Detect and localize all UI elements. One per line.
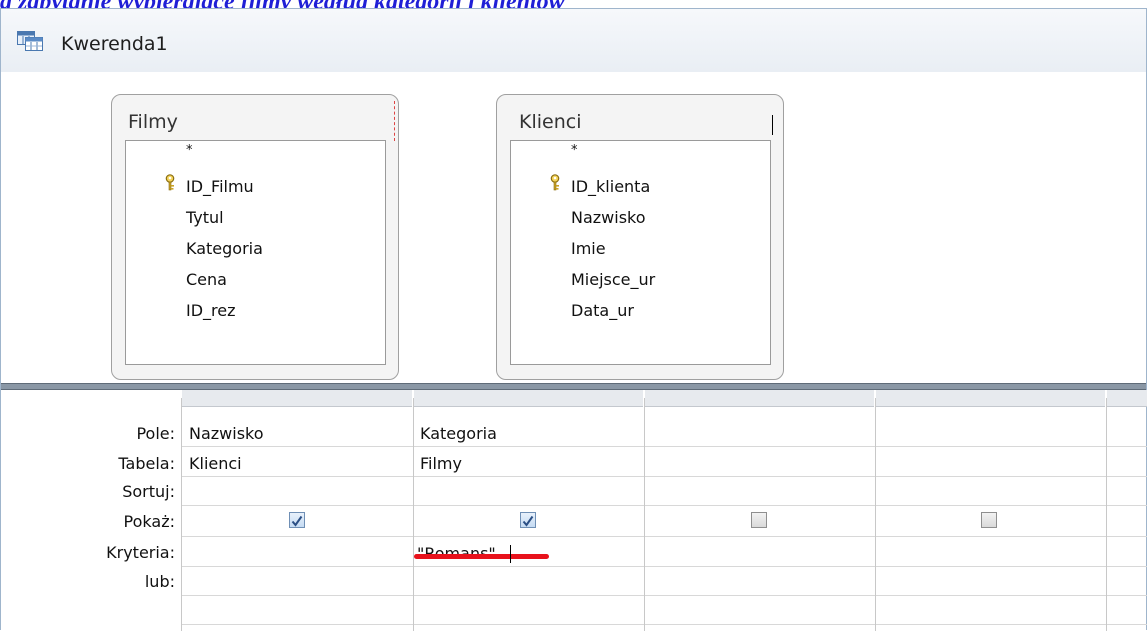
column-selector[interactable] xyxy=(876,390,1105,407)
row-label-table: Tabela: xyxy=(118,454,175,473)
primary-key-icon xyxy=(550,174,560,191)
show-checkbox[interactable] xyxy=(520,512,536,528)
checkmark-icon xyxy=(522,515,534,527)
field-item[interactable]: Imie xyxy=(571,239,606,258)
show-checkbox[interactable] xyxy=(751,512,767,528)
text-caret xyxy=(772,115,773,135)
grid-line xyxy=(181,446,1147,447)
field-item[interactable]: Miejsce_ur xyxy=(571,270,655,289)
grid-line xyxy=(181,595,1147,596)
column-selector[interactable] xyxy=(1107,390,1147,407)
field-item[interactable]: Cena xyxy=(186,270,227,289)
primary-key-icon xyxy=(165,174,175,191)
table-name[interactable]: Filmy xyxy=(128,111,178,133)
grid-line xyxy=(181,398,182,631)
table-box-klienci[interactable]: Klienci * ID_klienta Nazwisko Imie Miejs… xyxy=(496,94,784,380)
field-list[interactable]: * ID_Filmu Tytul Kategoria Cena ID_rez xyxy=(125,140,386,365)
design-grid: Pole: Tabela: Sortuj: Pokaż: Kryteria: l… xyxy=(1,390,1147,631)
grid-line xyxy=(181,536,1147,537)
query-icon xyxy=(17,31,43,51)
grid-line xyxy=(1106,398,1107,631)
pane-splitter[interactable] xyxy=(1,383,1146,390)
column-selector[interactable] xyxy=(182,390,412,407)
text-caret xyxy=(510,545,511,563)
grid-cell-field[interactable]: Nazwisko xyxy=(189,424,264,443)
column-selector[interactable] xyxy=(645,390,874,407)
table-box-filmy[interactable]: Filmy * ID_Filmu Tytul Kategoria Cena ID… xyxy=(111,94,399,380)
grid-line xyxy=(875,398,876,631)
grid-row-labels: Pole: Tabela: Sortuj: Pokaż: Kryteria: l… xyxy=(1,390,175,631)
grid-cell-table[interactable]: Klienci xyxy=(189,454,242,473)
row-label-criteria: Kryteria: xyxy=(106,543,175,562)
show-checkbox[interactable] xyxy=(981,512,997,528)
field-item[interactable]: Data_ur xyxy=(571,301,634,320)
show-checkbox[interactable] xyxy=(289,512,305,528)
highlight-underline xyxy=(414,554,549,559)
table-name[interactable]: Klienci xyxy=(519,111,581,133)
window-titlebar: Kwerenda1 xyxy=(1,9,1146,73)
row-label-field: Pole: xyxy=(136,424,175,443)
field-item[interactable]: Tytul xyxy=(186,208,224,227)
row-label-show: Pokaż: xyxy=(123,512,175,531)
table-pane[interactable]: Filmy * ID_Filmu Tytul Kategoria Cena ID… xyxy=(1,72,1146,383)
grid-line xyxy=(181,566,1147,567)
window-title: Kwerenda1 xyxy=(61,33,168,55)
field-item[interactable]: * xyxy=(571,143,578,158)
field-item[interactable]: ID_klienta xyxy=(571,177,650,196)
field-list[interactable]: * ID_klienta Nazwisko Imie Miejsce_ur Da… xyxy=(510,140,771,365)
grid-line xyxy=(181,624,1147,625)
field-item[interactable]: Nazwisko xyxy=(571,208,646,227)
row-label-or: lub: xyxy=(144,572,175,591)
grid-line xyxy=(644,398,645,631)
field-item[interactable]: ID_Filmu xyxy=(186,177,254,196)
field-item[interactable]: * xyxy=(186,143,193,158)
grid-line xyxy=(413,398,414,631)
grid-line xyxy=(181,505,1147,506)
query-design-window: Kwerenda1 Filmy * ID_Filmu Tytul Kategor… xyxy=(0,8,1147,631)
field-item[interactable]: ID_rez xyxy=(186,301,236,320)
row-label-sort: Sortuj: xyxy=(122,482,175,501)
checkmark-icon xyxy=(291,515,303,527)
grid-cell-field[interactable]: Kategoria xyxy=(420,424,497,443)
grid-cell-table[interactable]: Filmy xyxy=(420,454,462,473)
column-selector[interactable] xyxy=(414,390,643,407)
field-item[interactable]: Kategoria xyxy=(186,239,263,258)
resize-marker xyxy=(394,101,396,141)
grid-line xyxy=(181,476,1147,477)
